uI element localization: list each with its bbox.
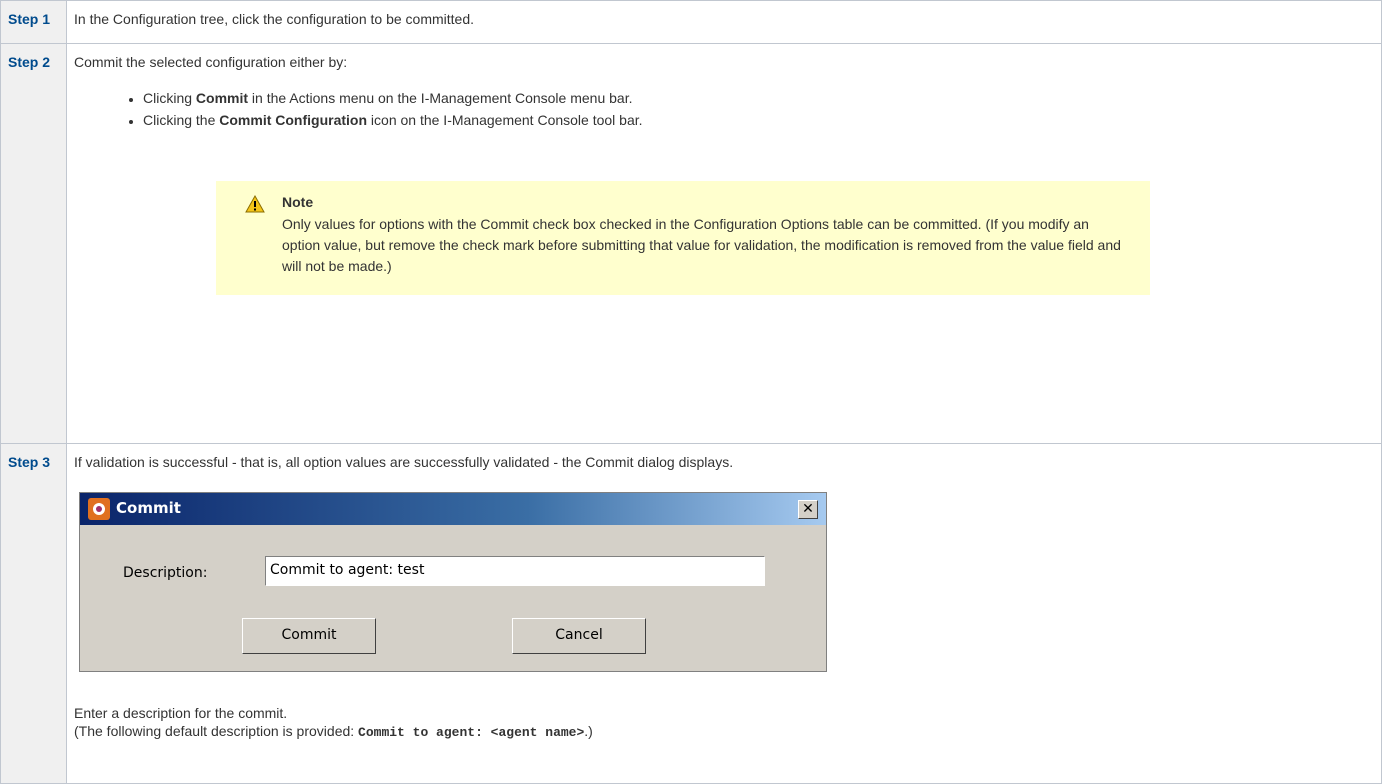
step-row-2: Step 2 Commit the selected configuration…	[0, 43, 1382, 444]
note-panel: Note Only values for options with the Co…	[216, 181, 1150, 295]
list-item: Clicking Commit in the Actions menu on t…	[143, 88, 1381, 108]
description-label: Description:	[123, 565, 208, 581]
step-text: If validation is successful - that is, a…	[74, 454, 734, 470]
step-text: In the Configuration tree, click the con…	[66, 0, 1382, 44]
default-description-code: Commit to agent: <agent name>	[358, 725, 585, 740]
step-label: Step 1	[0, 0, 67, 44]
warning-icon	[245, 195, 265, 213]
description-input[interactable]: Commit to agent: test	[265, 556, 765, 586]
step-row-1: Step 1 In the Configuration tree, click …	[0, 0, 1382, 44]
step-label: Step 3	[0, 443, 67, 784]
after-line-1: Enter a description for the commit.	[74, 705, 288, 721]
after-line-2: (The following default description is pr…	[74, 723, 593, 740]
step-content: If validation is successful - that is, a…	[66, 443, 1382, 784]
note-text: Only values for options with the Commit …	[282, 216, 1121, 274]
list-item: Clicking the Commit Configuration icon o…	[143, 110, 1381, 130]
step-content: Commit the selected configuration either…	[66, 43, 1382, 444]
dialog-title: Commit	[116, 499, 181, 517]
step-after-text: Enter a description for the commit. (The…	[74, 704, 1381, 742]
commit-dialog: Commit ✕ Description: Commit to agent: t…	[79, 492, 827, 672]
gear-app-icon	[88, 498, 110, 520]
dialog-title-bar[interactable]: Commit ✕	[80, 493, 826, 525]
bullet-list: Clicking Commit in the Actions menu on t…	[74, 88, 1381, 130]
close-button[interactable]: ✕	[798, 500, 818, 519]
cancel-button[interactable]: Cancel	[512, 618, 646, 654]
commit-button[interactable]: Commit	[242, 618, 376, 654]
step-row-3: Step 3 If validation is successful - tha…	[0, 443, 1382, 784]
steps-table: Step 1 In the Configuration tree, click …	[0, 0, 1382, 784]
step-intro: Commit the selected configuration either…	[74, 54, 348, 70]
step-label: Step 2	[0, 43, 67, 444]
note-title: Note	[282, 194, 314, 210]
